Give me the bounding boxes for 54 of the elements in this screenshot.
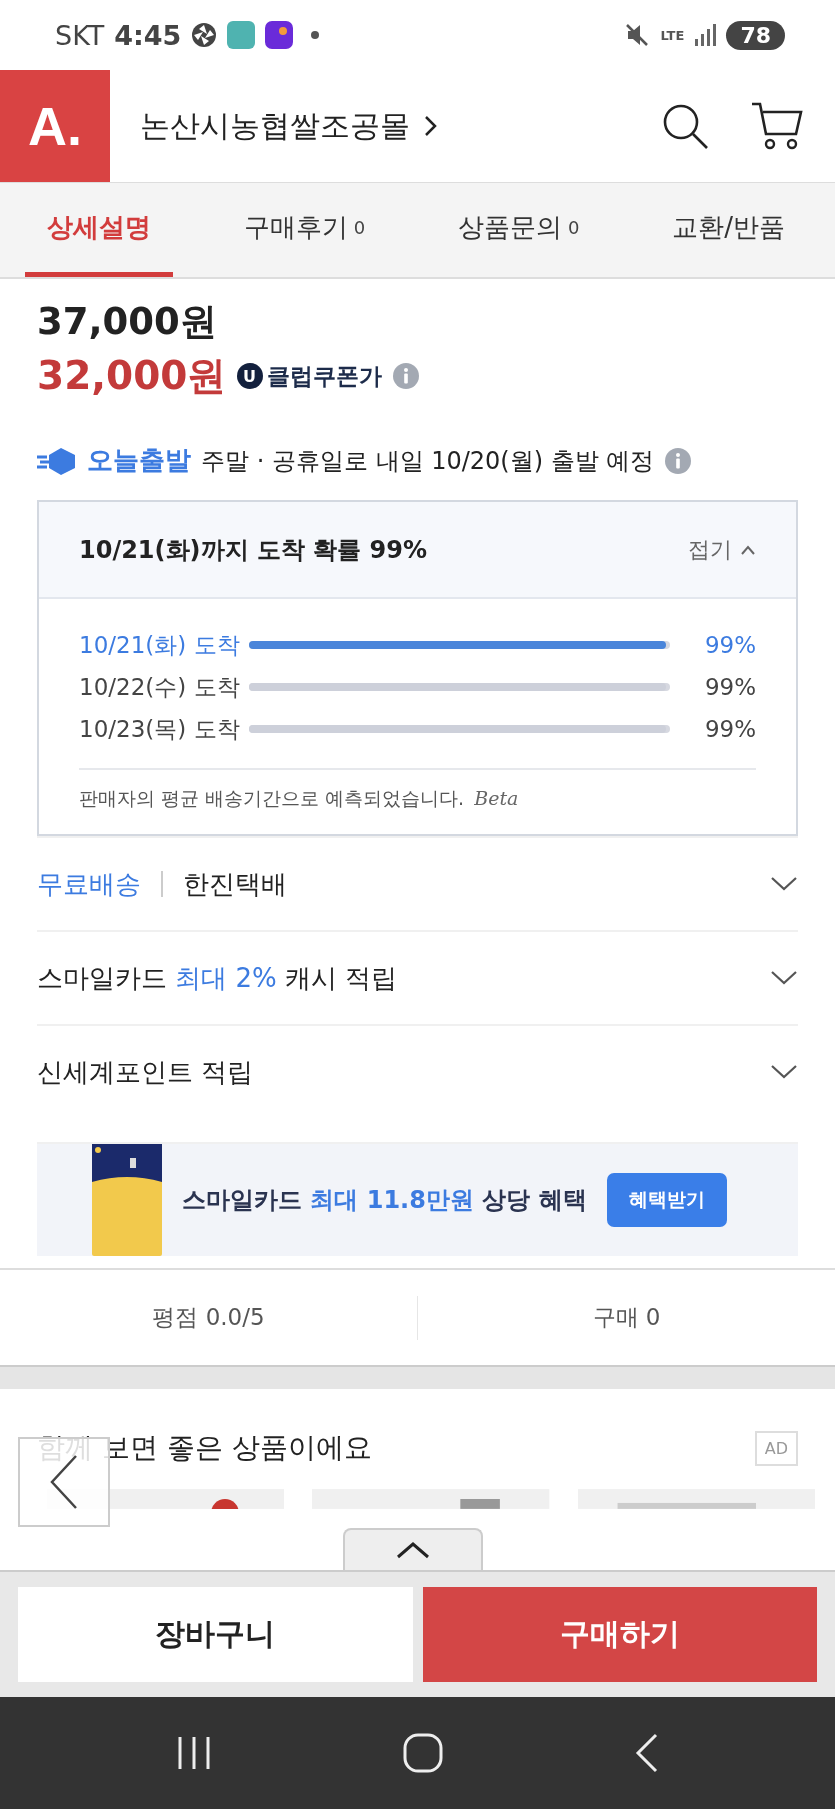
card-promo-banner[interactable]: 스마일카드 최대 11.8만원 상당 혜택 혜택받기 xyxy=(37,1142,798,1256)
collapse-toggle[interactable]: 접기 xyxy=(688,534,756,565)
expand-handle[interactable] xyxy=(343,1528,483,1570)
promo-text: 스마일카드 최대 11.8만원 상당 혜택 xyxy=(182,1185,587,1216)
tab[interactable]: 구매후기 0 xyxy=(221,183,388,277)
cart-button[interactable]: 장바구니 xyxy=(18,1587,413,1682)
free-shipping-label: 무료배송 xyxy=(37,867,141,901)
search-icon[interactable] xyxy=(661,102,709,150)
sale-price: 32,000원 xyxy=(37,352,227,400)
courier-name: 한진택배 xyxy=(183,867,287,901)
today-dispatch-label: 오늘출발 xyxy=(87,444,191,477)
original-price: 37,000원 xyxy=(37,299,217,345)
clock: 4:45 xyxy=(114,19,182,51)
tab[interactable]: 상품문의 0 xyxy=(436,183,602,277)
tab[interactable]: 상세설명 xyxy=(25,183,173,277)
signal-icon xyxy=(694,23,717,47)
probability-value: 99% xyxy=(703,632,756,658)
carrier: SKT xyxy=(55,19,105,51)
dispatch-info: 주말 · 공휴일로 내일 10/20(월) 출발 예정 xyxy=(201,445,655,477)
home-icon[interactable] xyxy=(402,1733,443,1773)
tab[interactable]: 교환/반품 xyxy=(650,183,807,277)
network-type: LTE xyxy=(660,27,685,43)
coupon-label: 클럽쿠폰가 xyxy=(266,361,382,391)
box-icon xyxy=(37,445,77,476)
probability-value: 99% xyxy=(703,716,756,742)
probability-value: 99% xyxy=(703,674,756,700)
notification-dot xyxy=(311,31,320,39)
rating-summary: 평점 0.0/5 xyxy=(151,1303,266,1332)
chevron-right-icon[interactable] xyxy=(424,114,438,138)
coupon-badge: U xyxy=(236,363,263,389)
arrival-date: 10/21(화) 도착 xyxy=(79,630,241,660)
app-icon xyxy=(265,21,294,49)
chevron-down-icon[interactable] xyxy=(770,1064,798,1080)
cart-icon[interactable] xyxy=(751,102,803,150)
arrival-title: 10/21(화)까지 도착 확률 99% xyxy=(79,534,427,566)
ad-badge: AD xyxy=(754,1430,798,1466)
arrival-date: 10/22(수) 도착 xyxy=(79,672,241,702)
chevron-down-icon[interactable] xyxy=(770,876,798,892)
purchase-count: 구매 0 xyxy=(591,1303,662,1332)
app-icon xyxy=(227,21,256,49)
chevron-up-icon[interactable] xyxy=(396,1541,430,1559)
buy-button[interactable]: 구매하기 xyxy=(422,1587,817,1682)
back-icon[interactable] xyxy=(633,1733,660,1773)
battery-level: 78 xyxy=(726,20,785,50)
benefit-text: 신세계포인트 적립 xyxy=(37,1055,254,1089)
store-name-link[interactable]: 논산시농협쌀조공몰 xyxy=(140,105,438,147)
chevron-down-icon[interactable] xyxy=(770,970,798,986)
get-benefit-button[interactable]: 혜택받기 xyxy=(606,1173,727,1227)
prediction-note: 판매자의 평균 배송기간으로 예측되었습니다. xyxy=(79,786,465,811)
logo[interactable]: A. xyxy=(0,70,110,182)
aperture-icon xyxy=(191,22,218,48)
beta-tag: Beta xyxy=(474,787,519,809)
benefit-text: 스마일카드 최대 2% 캐시 적립 xyxy=(37,961,398,995)
arrival-date: 10/23(목) 도착 xyxy=(79,714,241,744)
